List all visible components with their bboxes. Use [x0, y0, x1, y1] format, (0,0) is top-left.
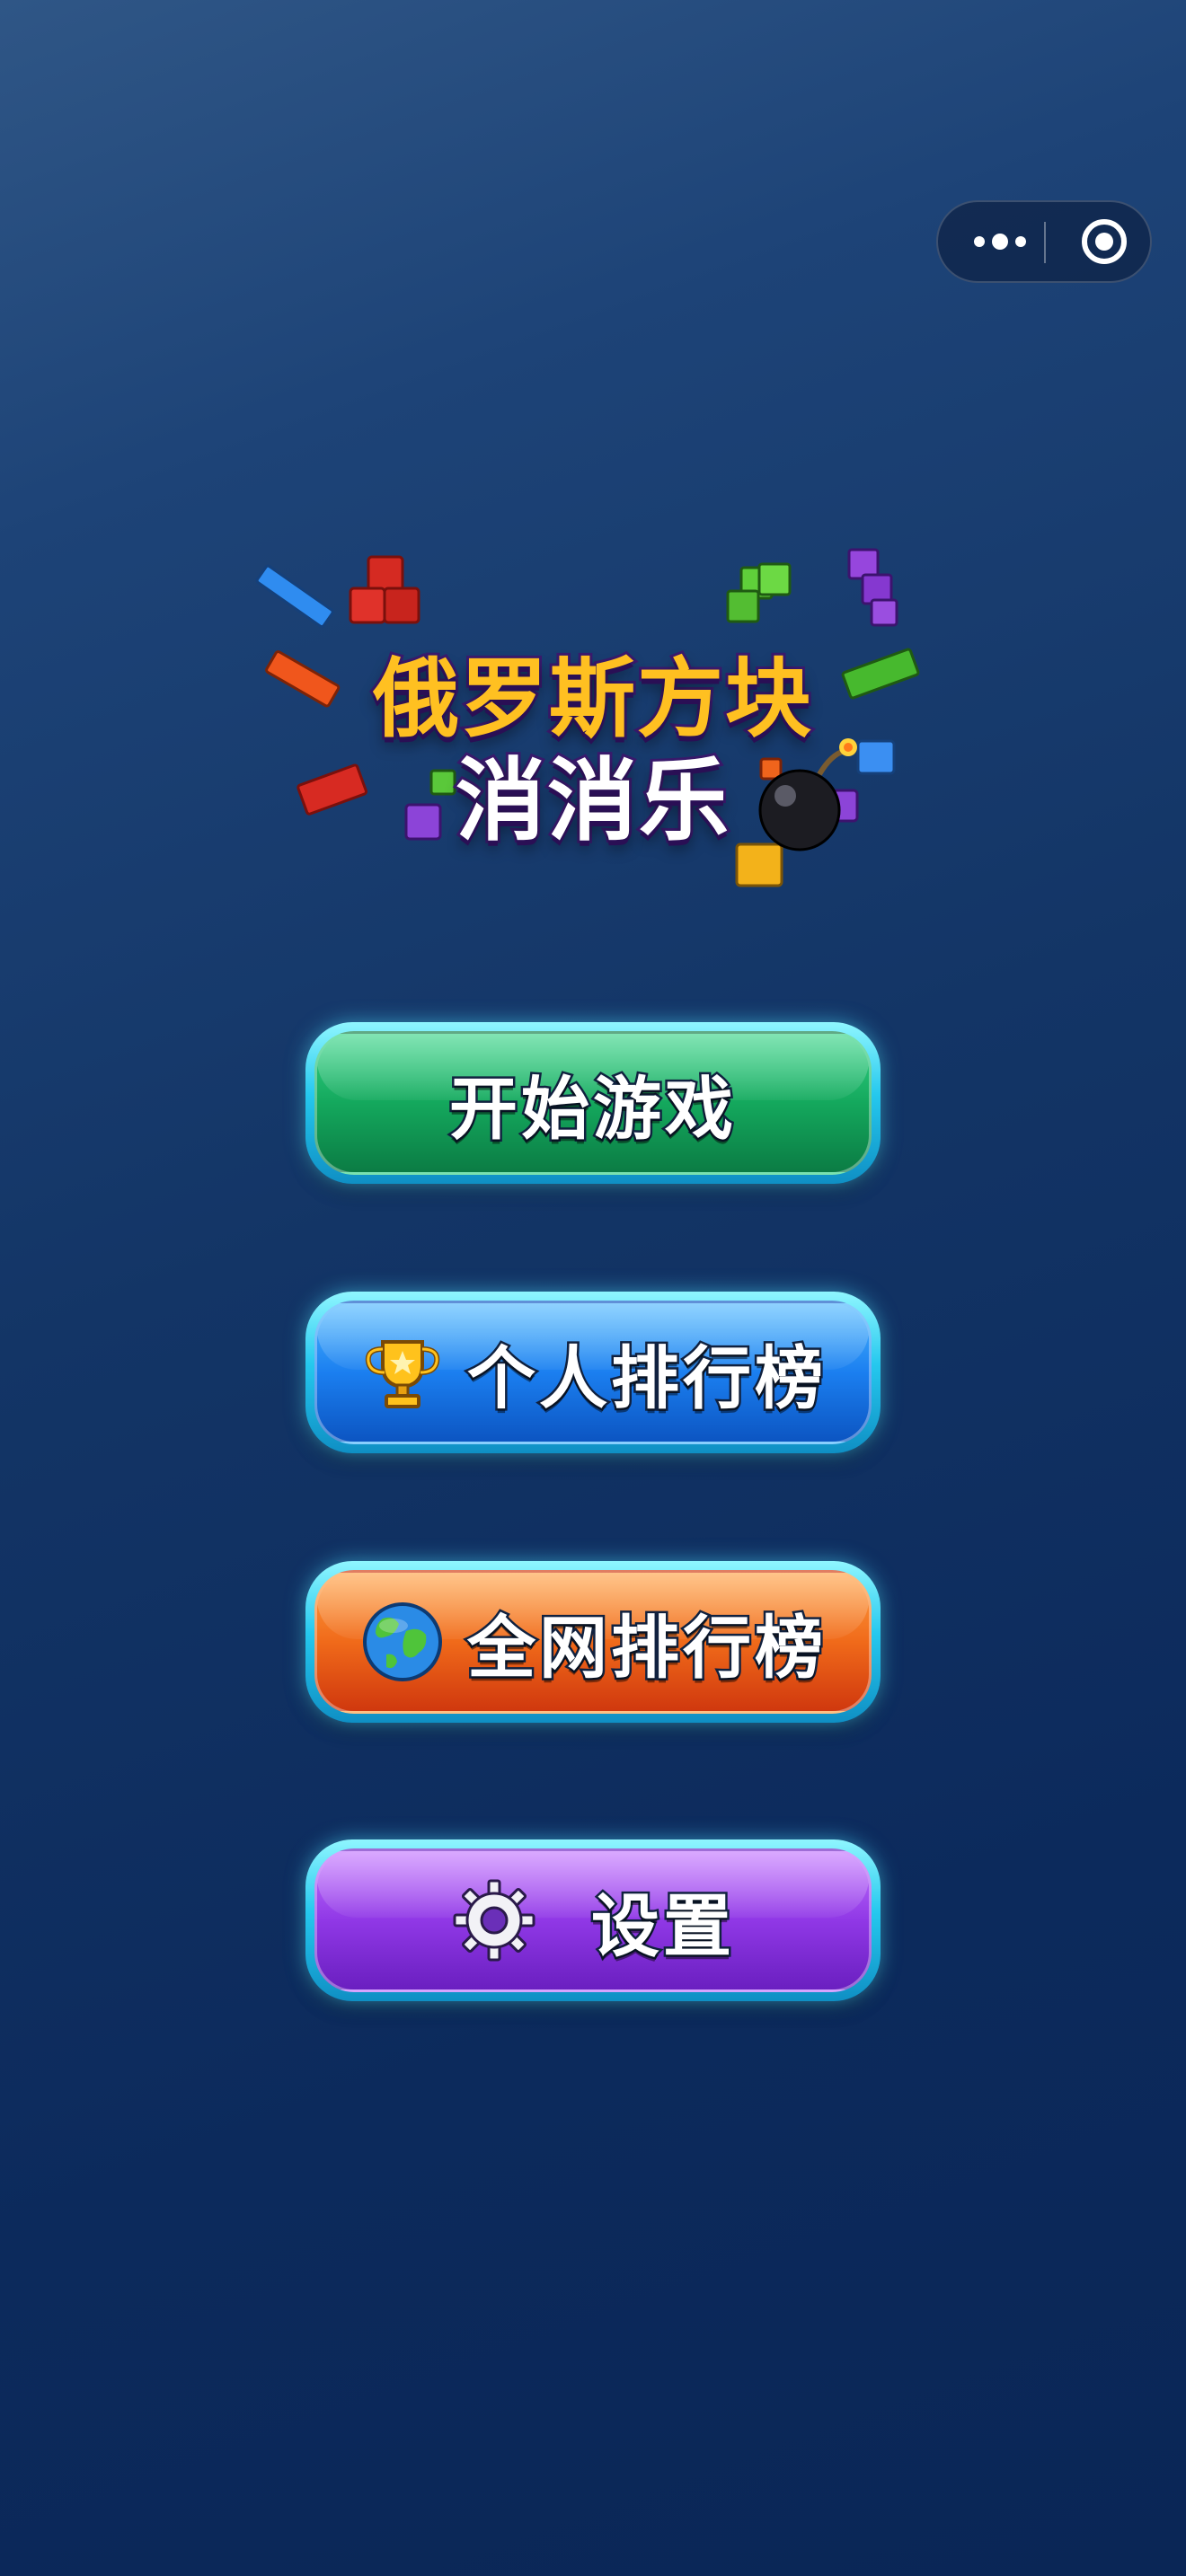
target-close-icon[interactable]	[1073, 202, 1136, 281]
personal-leaderboard-button-face: 个人排行榜	[314, 1301, 872, 1444]
start-game-button[interactable]: 开始游戏	[305, 1022, 881, 1184]
gear-icon	[451, 1877, 537, 1963]
settings-button[interactable]: 设置	[305, 1839, 881, 2001]
miniprogram-capsule	[936, 200, 1152, 283]
more-dots-icon[interactable]	[969, 202, 1031, 281]
global-leaderboard-button[interactable]: 全网排行榜	[305, 1561, 881, 1723]
global-leaderboard-label: 全网排行榜	[465, 1606, 827, 1690]
trophy-icon	[359, 1329, 446, 1416]
capsule-divider	[1044, 222, 1046, 263]
settings-label: 设置	[589, 1884, 735, 1969]
start-game-button-face: 开始游戏	[314, 1031, 872, 1175]
personal-leaderboard-button[interactable]: 个人排行榜	[305, 1292, 881, 1453]
start-game-label: 开始游戏	[447, 1067, 737, 1151]
settings-button-face: 设置	[314, 1848, 872, 1992]
global-leaderboard-button-face: 全网排行榜	[314, 1570, 872, 1714]
personal-leaderboard-label: 个人排行榜	[465, 1337, 827, 1421]
globe-icon	[359, 1599, 446, 1685]
logo-title-line2: 消消乐	[453, 745, 731, 856]
game-logo: 俄罗斯方块 消消乐	[252, 539, 934, 907]
